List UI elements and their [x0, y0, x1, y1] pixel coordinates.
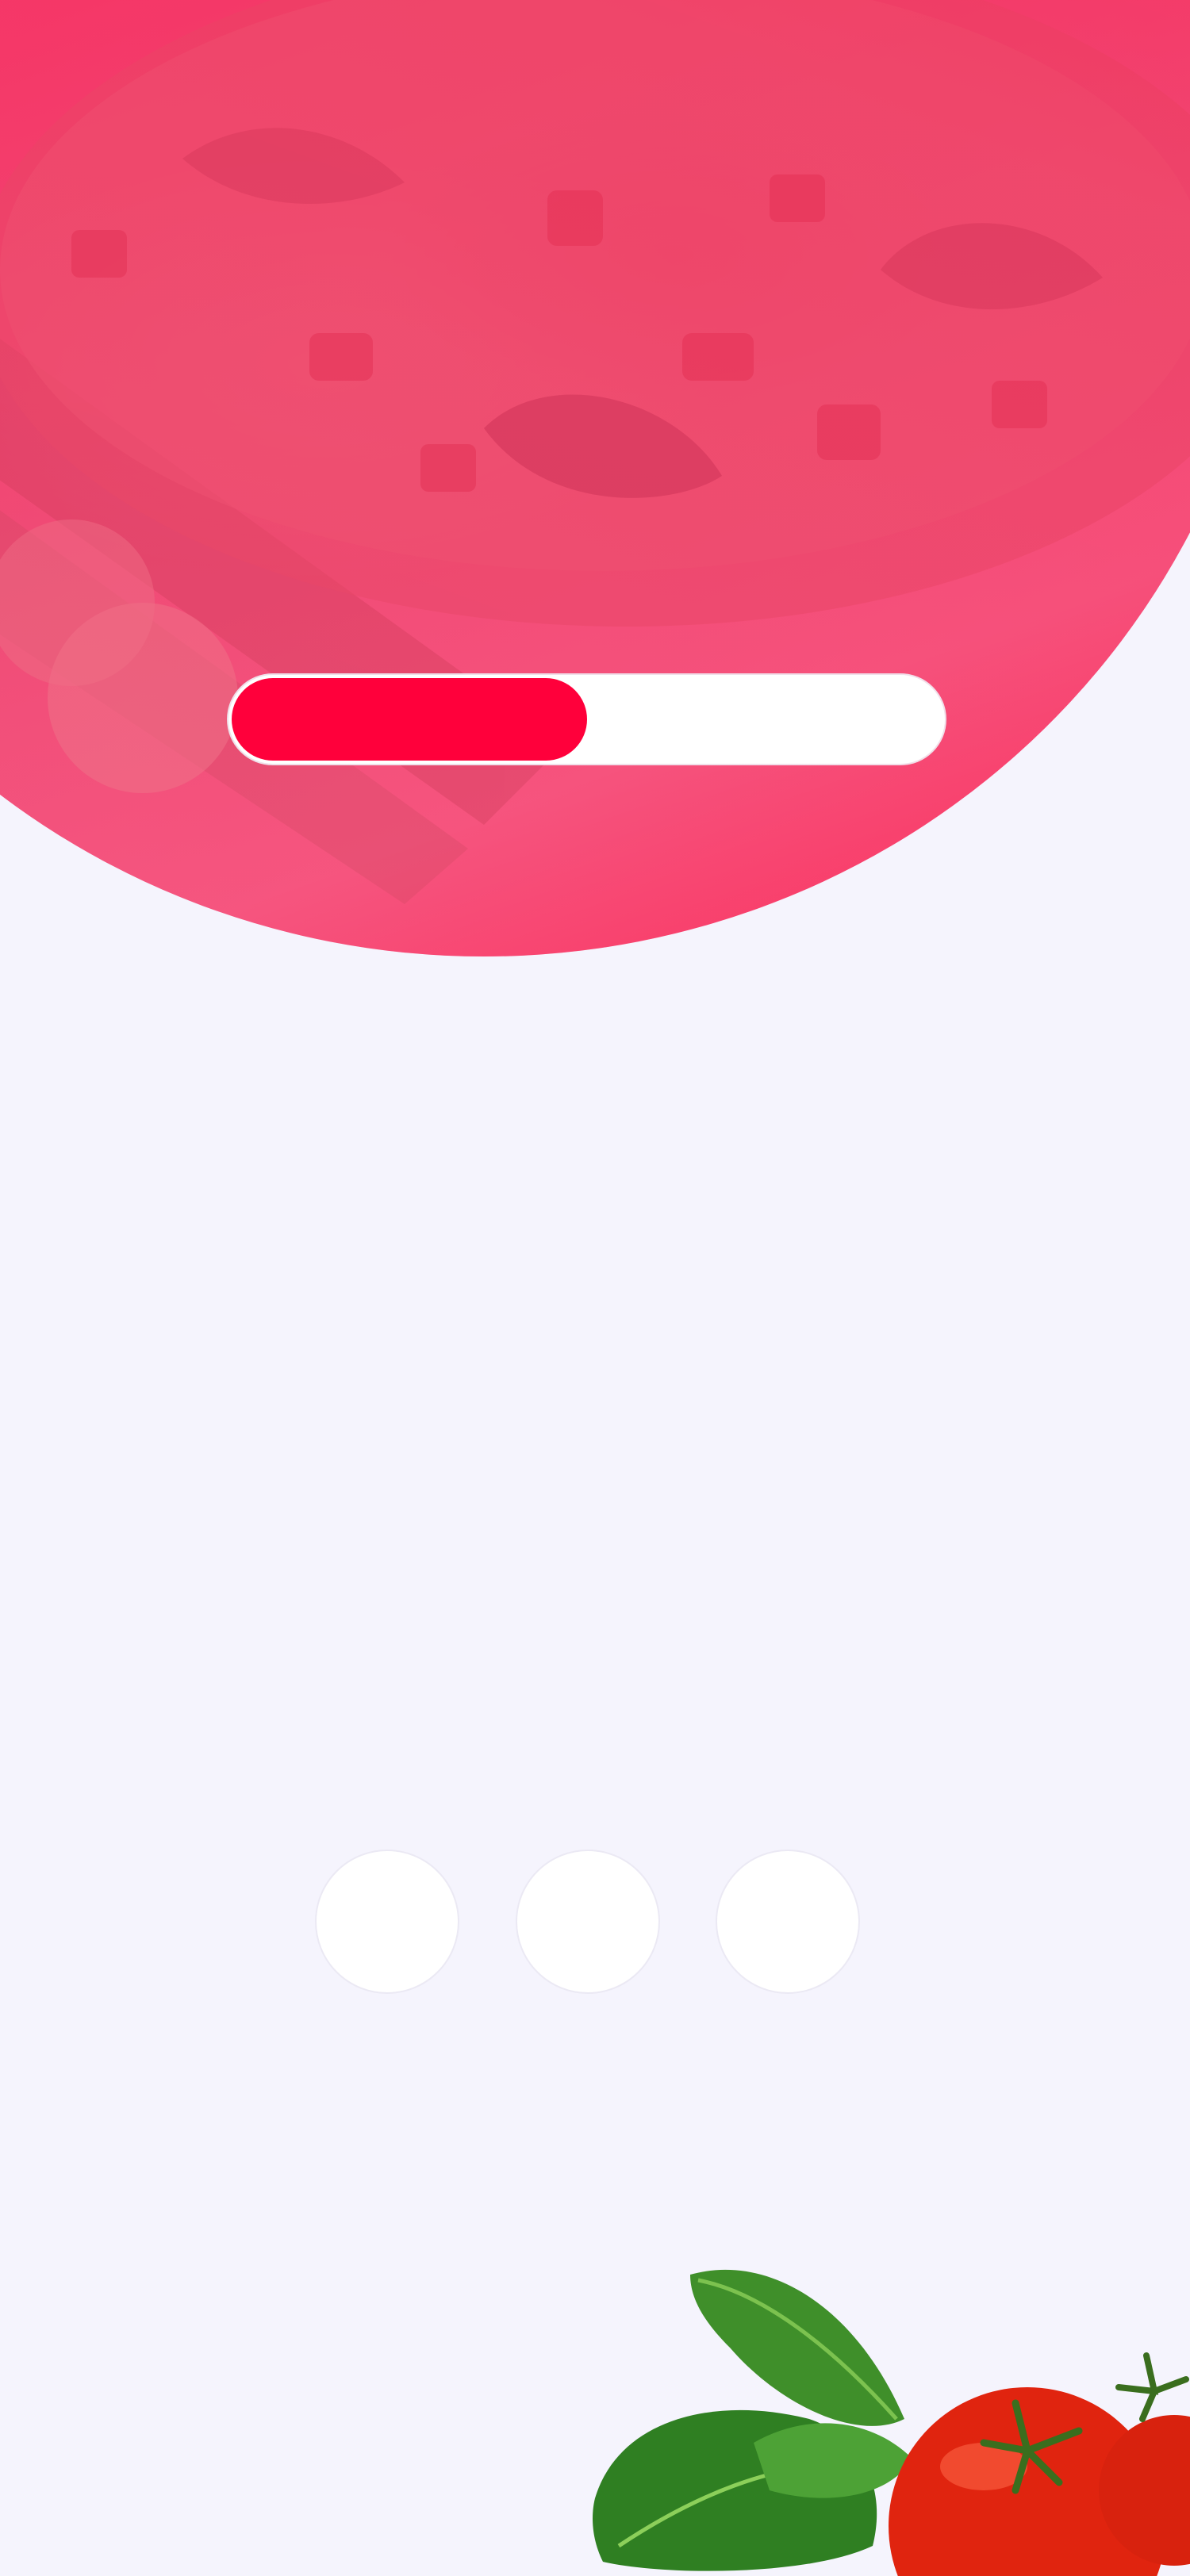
loading-progress-fill: [232, 678, 587, 761]
vegetables-decoration: [571, 2260, 1190, 2576]
pager-dot-1[interactable]: [315, 1850, 459, 1994]
loading-screen: [0, 0, 1190, 2576]
tomato-basil-illustration: [593, 2269, 1190, 2576]
loading-progress-bar: [228, 675, 945, 764]
hero-red-overlay: [0, 0, 1190, 956]
pager-dot-2[interactable]: [516, 1850, 660, 1994]
pager-dot-3[interactable]: [716, 1850, 860, 1994]
pager-dots: [315, 1850, 862, 1994]
hero-pizza-image: [0, 0, 1190, 956]
